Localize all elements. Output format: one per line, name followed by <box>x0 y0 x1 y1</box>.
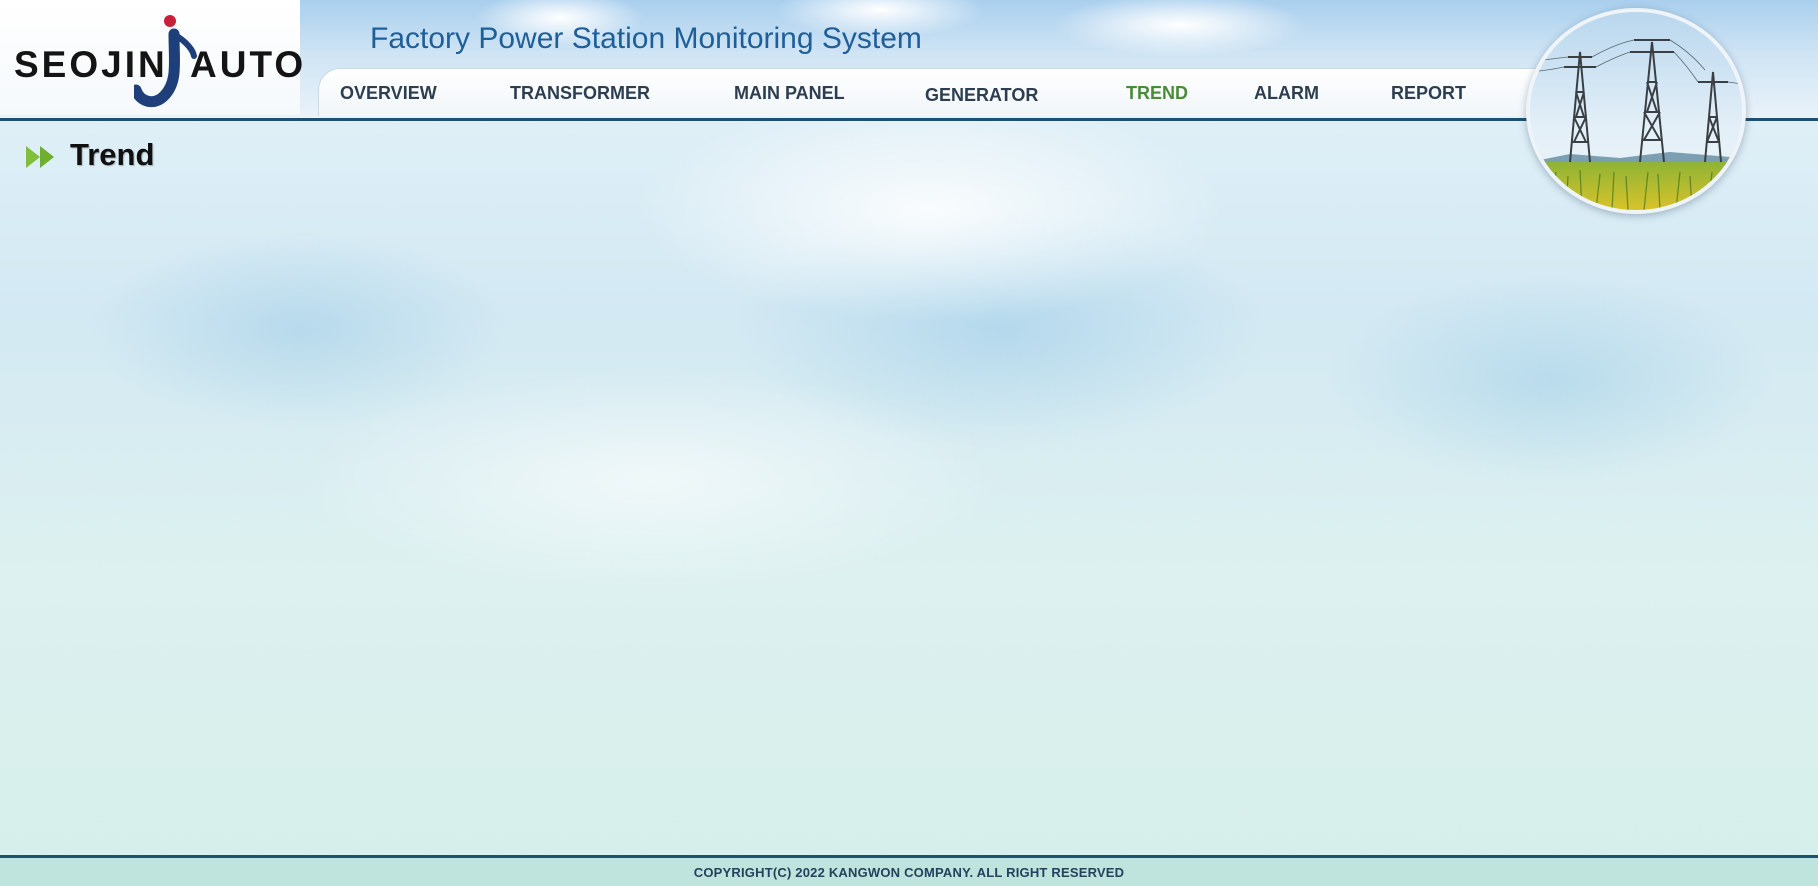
copyright-text: COPYRIGHT(C) 2022 KANGWON COMPANY. ALL R… <box>693 865 1125 880</box>
nav-item-overview[interactable]: OVERVIEW <box>340 83 437 104</box>
main-nav: OVERVIEW TRANSFORMER MAIN PANEL GENERATO… <box>318 68 1630 116</box>
app-title: Factory Power Station Monitoring System <box>370 22 922 55</box>
nav-item-alarm[interactable]: ALARM <box>1254 83 1319 104</box>
logo-mark-icon <box>134 15 197 108</box>
transmission-tower-emblem <box>1526 8 1746 214</box>
footer: COPYRIGHT(C) 2022 KANGWON COMPANY. ALL R… <box>0 855 1818 886</box>
logo-text-right: AUTO <box>190 44 307 85</box>
double-arrow-right-icon <box>26 146 54 168</box>
nav-item-main-panel[interactable]: MAIN PANEL <box>734 83 845 104</box>
nav-item-trend[interactable]: TREND <box>1126 83 1188 104</box>
nav-item-transformer[interactable]: TRANSFORMER <box>510 83 650 104</box>
nav-item-report[interactable]: REPORT <box>1391 83 1466 104</box>
page-title: Trend <box>70 137 155 172</box>
transmission-tower-icon <box>1530 12 1742 210</box>
nav-item-generator[interactable]: GENERATOR <box>925 85 1038 106</box>
logo[interactable]: SEOJIN AUTO <box>0 0 303 115</box>
